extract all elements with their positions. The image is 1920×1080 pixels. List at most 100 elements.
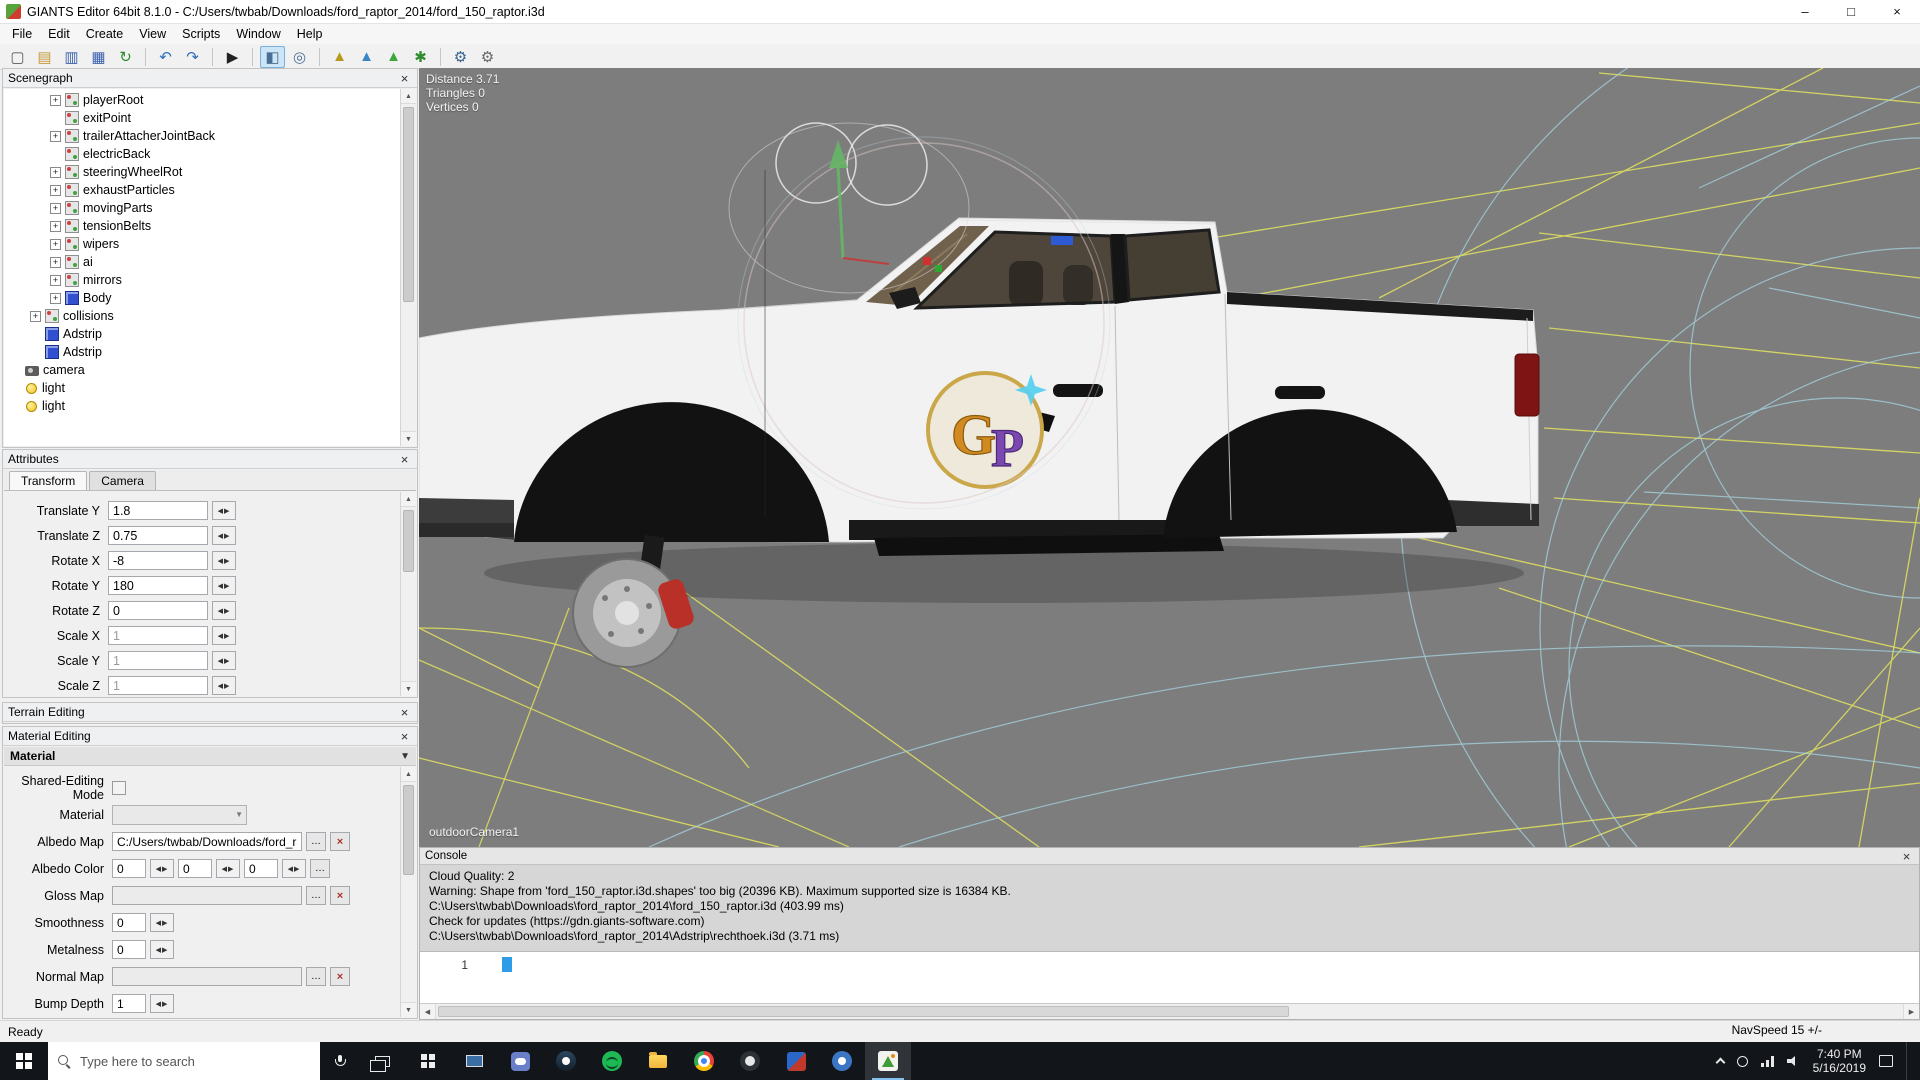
pinned-app-spotify[interactable] [589,1042,635,1080]
close-icon[interactable]: × [397,706,412,719]
pinned-app-monitor[interactable] [451,1042,497,1080]
scenegraph-item-camera[interactable]: camera [4,361,400,379]
spinner-control[interactable]: ◀▶ [150,940,174,959]
expander-icon[interactable]: + [50,221,61,232]
scenegraph-item-collisions[interactable]: +collisions [4,307,400,325]
open-file-icon[interactable]: ▤ [32,46,57,68]
spinner-control[interactable]: ◀▶ [150,994,174,1013]
scenegraph-item-ai[interactable]: +ai [4,253,400,271]
scenegraph-item-movingParts[interactable]: +movingParts [4,199,400,217]
close-icon[interactable]: × [1899,850,1914,863]
scroll-down-icon[interactable]: ▼ [401,1002,416,1017]
material-dropdown[interactable] [112,805,247,825]
clear-map-button[interactable]: × [330,832,350,851]
spinner-control[interactable]: ◀▶ [212,676,236,695]
scenegraph-item-steeringWheelRot[interactable]: +steeringWheelRot [4,163,400,181]
microphone-icon[interactable] [335,1055,344,1068]
scale-x-input[interactable] [108,626,208,645]
albedo-color-r-input[interactable] [112,859,146,878]
clear-map-button[interactable]: × [330,886,350,905]
expander-icon[interactable]: + [50,185,61,196]
menu-view[interactable]: View [131,27,174,41]
pinned-app-discord[interactable] [497,1042,543,1080]
menu-edit[interactable]: Edit [40,27,78,41]
material-scrollbar[interactable]: ▲ ▼ [400,767,416,1017]
rotate-z-input[interactable] [108,601,208,620]
volume-icon[interactable] [1787,1056,1800,1067]
viewport-3d[interactable]: G P [419,68,1920,847]
pinned-app-chrome[interactable] [681,1042,727,1080]
attributes-scrollbar[interactable]: ▲ ▼ [400,492,416,696]
close-icon[interactable]: × [397,72,412,85]
show-desktop-button[interactable] [1906,1042,1912,1080]
rotate-y-input[interactable] [108,576,208,595]
scenegraph-item-exitPoint[interactable]: exitPoint [4,109,400,127]
pinned-app-gray-circle[interactable] [727,1042,773,1080]
minimize-button[interactable]: – [1782,0,1828,23]
translate-z-input[interactable] [108,526,208,545]
scale-y-input[interactable] [108,651,208,670]
menu-window[interactable]: Window [228,27,288,41]
scenegraph-item-playerRoot[interactable]: +playerRoot [4,91,400,109]
tab-camera[interactable]: Camera [89,471,156,490]
expander-icon[interactable]: + [50,167,61,178]
browse-button[interactable]: … [306,967,326,986]
spinner-control[interactable]: ◀▶ [216,859,240,878]
expander-icon[interactable]: + [50,239,61,250]
scroll-up-icon[interactable]: ▲ [401,89,416,104]
terrain-sculpt-icon[interactable]: ▲ [327,46,352,68]
task-view-button[interactable] [359,1042,405,1080]
scenegraph-scrollbar[interactable]: ▲ ▼ [400,89,416,446]
play-icon[interactable]: ▶ [220,46,245,68]
expander-icon[interactable]: + [50,275,61,286]
foliage-paint-icon[interactable]: ✱ [408,46,433,68]
terrain-paint-icon[interactable]: ▲ [381,46,406,68]
reload-icon[interactable]: ↻ [113,46,138,68]
snap-move-icon[interactable]: ◧ [260,46,285,68]
expander-icon[interactable]: + [30,311,41,322]
spinner-control[interactable]: ◀▶ [150,913,174,932]
albedo-map-input[interactable] [112,832,302,851]
spinner-control[interactable]: ◀▶ [150,859,174,878]
taskbar-clock[interactable]: 7:40 PM 5/16/2019 [1813,1047,1866,1075]
scroll-thumb[interactable] [403,785,414,875]
scenegraph-item-light[interactable]: light [4,397,400,415]
scroll-down-icon[interactable]: ▼ [401,681,416,696]
scenegraph-item-Body[interactable]: +Body [4,289,400,307]
pinned-app-file-explorer[interactable] [635,1042,681,1080]
spinner-control[interactable]: ◀▶ [212,601,236,620]
scenegraph-item-electricBack[interactable]: electricBack [4,145,400,163]
script-editor[interactable]: 1 [420,951,1919,1003]
action-center-icon[interactable] [1879,1055,1893,1067]
spinner-control[interactable]: ◀▶ [212,551,236,570]
undo-icon[interactable]: ↶ [153,46,178,68]
menu-help[interactable]: Help [289,27,331,41]
tab-transform[interactable]: Transform [9,471,87,490]
scroll-up-icon[interactable]: ▲ [401,767,416,782]
scroll-thumb[interactable] [438,1006,1289,1017]
smoothness-input[interactable] [112,913,146,932]
scroll-thumb[interactable] [403,107,414,302]
spinner-control[interactable]: ◀▶ [212,651,236,670]
save-icon[interactable]: ▥ [59,46,84,68]
rotate-x-input[interactable] [108,551,208,570]
spinner-control[interactable]: ◀▶ [212,626,236,645]
albedo-color-g-input[interactable] [178,859,212,878]
metalness-input[interactable] [112,940,146,959]
scale-z-input[interactable] [108,676,208,695]
close-icon[interactable]: × [397,453,412,466]
scroll-thumb[interactable] [403,510,414,572]
app-giants-editor[interactable] [865,1042,911,1080]
scroll-up-icon[interactable]: ▲ [401,492,416,507]
close-icon[interactable]: × [397,730,412,743]
scenegraph-item-wipers[interactable]: +wipers [4,235,400,253]
material-section-header[interactable]: Material ▼ [4,747,416,766]
gloss-map-input[interactable] [112,886,302,905]
scenegraph-item-light[interactable]: light [4,379,400,397]
expander-icon[interactable]: + [50,131,61,142]
pinned-app-steam-light[interactable] [819,1042,865,1080]
expander-icon[interactable]: + [50,95,61,106]
editor-settings-icon[interactable]: ⚙ [475,46,500,68]
translate-y-input[interactable] [108,501,208,520]
terrain-smooth-icon[interactable]: ▲ [354,46,379,68]
